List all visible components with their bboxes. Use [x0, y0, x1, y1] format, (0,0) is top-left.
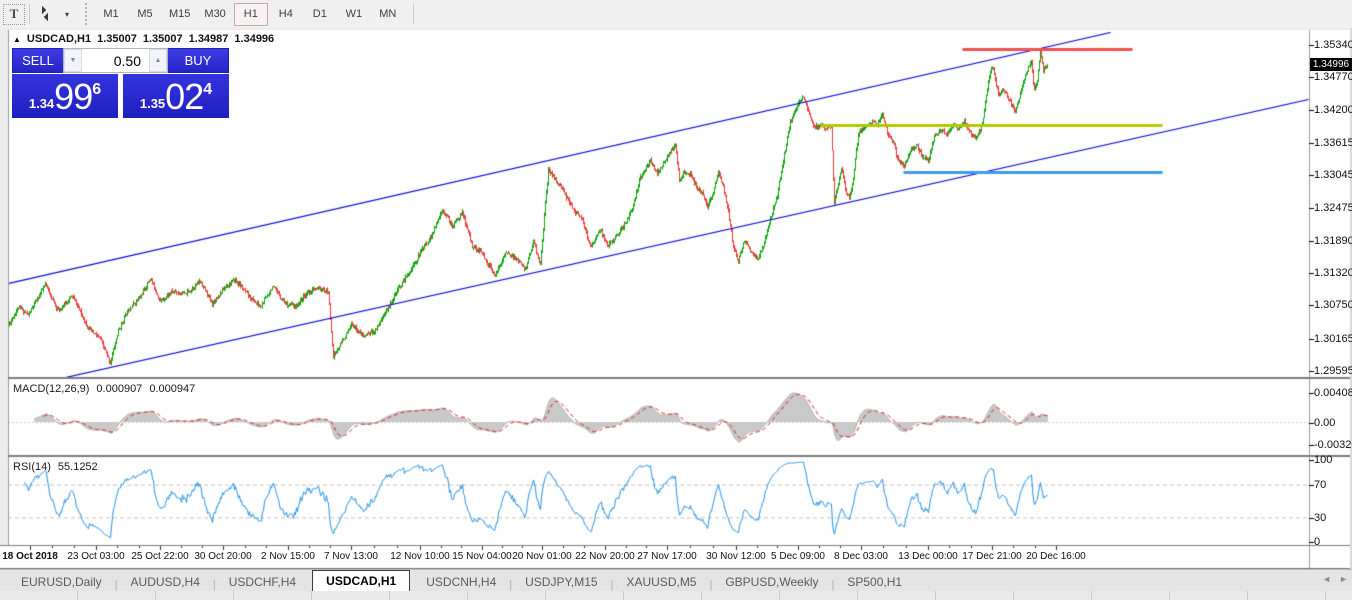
- time-axis-label: 2 Nov 15:00: [261, 551, 315, 562]
- timeframe-button-m5[interactable]: M5: [129, 3, 161, 25]
- timeframe-button-m1[interactable]: M1: [95, 3, 127, 25]
- time-axis-label: 17 Dec 21:00: [962, 551, 1022, 562]
- price-axis-label: 1.34200: [1314, 104, 1352, 116]
- ohlc-high: 1.35007: [143, 33, 183, 45]
- text-tool-button[interactable]: T: [3, 4, 25, 25]
- rsi-value: 55.1252: [58, 461, 98, 473]
- macd-value-signal: 0.000947: [149, 383, 195, 395]
- toolbar-drag-handle[interactable]: [85, 3, 90, 25]
- current-price-badge: 1.34996: [1310, 58, 1352, 71]
- time-axis-label: 15 Nov 04:00: [452, 551, 512, 562]
- toolbar-separator: [413, 4, 414, 24]
- sell-price-pip: 6: [92, 81, 101, 99]
- sell-button[interactable]: SELL: [12, 48, 63, 73]
- arrow-tool-dropdown[interactable]: ▾: [57, 4, 77, 24]
- time-axis-label: 22 Nov 20:00: [575, 551, 635, 562]
- one-click-trade-panel: SELL ▼ 0.50 ▲ BUY 1.34 99 6 1.35 02 4: [12, 48, 229, 118]
- toolbar-separator: [29, 4, 30, 24]
- macd-axis-label: -0.003262: [1314, 439, 1352, 451]
- volume-increase-icon[interactable]: ▲: [149, 49, 167, 72]
- toolbar: T ▾ M1M5M15M30H1H4D1W1MN: [0, 0, 1352, 29]
- time-axis-label: 23 Oct 03:00: [67, 551, 124, 562]
- time-axis-label: 25 Oct 22:00: [131, 551, 188, 562]
- rsi-axis-label: 70: [1314, 479, 1326, 491]
- timeframe-button-mn[interactable]: MN: [372, 3, 404, 25]
- timeframe-button-m15[interactable]: M15: [163, 3, 196, 25]
- ohlc-close: 1.34996: [234, 33, 274, 45]
- buy-price-button[interactable]: 1.35 02 4: [123, 74, 229, 118]
- mt4-trading-app: T ▾ M1M5M15M30H1H4D1W1MN ▲ USDCAD,H1 1.3…: [0, 0, 1352, 600]
- tab-gbpusd-weekly[interactable]: GBPUSD,Weekly: [712, 572, 831, 591]
- timeframe-button-h1[interactable]: H1: [234, 3, 268, 26]
- volume-decrease-icon[interactable]: ▼: [64, 49, 82, 72]
- rsi-axis-label: 30: [1314, 512, 1326, 524]
- tabs-scroll-right-icon[interactable]: ►: [1339, 574, 1348, 584]
- buy-price-prefix: 1.35: [140, 96, 165, 111]
- ohlc-open: 1.35007: [97, 33, 137, 45]
- rsi-axis-label: 0: [1314, 536, 1320, 548]
- price-axis-label: 1.33045: [1314, 169, 1352, 181]
- time-axis-label: 5 Dec 09:00: [771, 551, 825, 562]
- chart-symbol: USDCAD,H1: [27, 33, 91, 45]
- time-axis-label: 7 Nov 13:00: [324, 551, 378, 562]
- rsi-axis-label: 100: [1314, 454, 1332, 466]
- timeframe-button-m30[interactable]: M30: [198, 3, 231, 25]
- price-axis-label: 1.33615: [1314, 137, 1352, 149]
- tab-xauusd-m5[interactable]: XAUUSD,M5: [613, 572, 709, 591]
- chart-header: ▲ USDCAD,H1 1.35007 1.35007 1.34987 1.34…: [13, 33, 274, 45]
- time-axis-label: 13 Dec 00:00: [898, 551, 958, 562]
- timeframe-button-w1[interactable]: W1: [338, 3, 370, 25]
- tab-usdchf-h4[interactable]: USDCHF,H4: [216, 572, 309, 591]
- price-axis-label: 1.31320: [1314, 267, 1352, 279]
- tabs-scroll-left-icon[interactable]: ◄: [1322, 574, 1331, 584]
- ohlc-low: 1.34987: [189, 33, 229, 45]
- sell-price-prefix: 1.34: [29, 96, 54, 111]
- arrow-sw-icon: [44, 13, 52, 21]
- tab-audusd-h4[interactable]: AUDUSD,H4: [118, 572, 213, 591]
- volume-stepper: ▼ 0.50 ▲: [63, 48, 168, 73]
- price-axis-label: 1.29595: [1314, 365, 1352, 377]
- tab-eurusd-daily[interactable]: EURUSD,Daily: [8, 572, 115, 591]
- rsi-label: RSI(14) 55.1252: [13, 461, 98, 473]
- timeframe-button-h4[interactable]: H4: [270, 3, 302, 25]
- volume-field[interactable]: 0.50: [82, 49, 149, 72]
- time-axis-label: 27 Nov 17:00: [637, 551, 697, 562]
- time-axis-label: 12 Nov 10:00: [390, 551, 450, 562]
- buy-price-pip: 4: [203, 81, 212, 99]
- tab-usdcad-h1[interactable]: USDCAD,H1: [312, 570, 410, 591]
- macd-value-main: 0.000907: [96, 383, 142, 395]
- macd-name: MACD(12,26,9): [13, 383, 89, 395]
- rsi-name: RSI(14): [13, 461, 51, 473]
- symbol-collapse-icon[interactable]: ▲: [13, 35, 21, 44]
- arrow-tool-icon[interactable]: [37, 6, 55, 22]
- chart-tab-bar: EURUSD,Daily|AUDUSD,H4|USDCHF,H4 USDCAD,…: [0, 569, 1352, 591]
- price-axis-label: 1.30750: [1314, 299, 1352, 311]
- time-axis-label: 18 Oct 2018: [2, 551, 58, 562]
- buy-price-main: 02: [165, 79, 203, 115]
- time-axis-label: 8 Dec 03:00: [834, 551, 888, 562]
- buy-button[interactable]: BUY: [168, 48, 229, 73]
- macd-axis-label: 0.00: [1314, 417, 1335, 429]
- tab-sp500-h1[interactable]: SP500,H1: [834, 572, 915, 591]
- macd-axis-label: 0.004083: [1314, 387, 1352, 399]
- price-axis-label: 1.35340: [1314, 39, 1352, 51]
- sell-price-button[interactable]: 1.34 99 6: [12, 74, 118, 118]
- time-axis-label: 30 Nov 12:00: [706, 551, 766, 562]
- time-axis-label: 20 Nov 01:00: [512, 551, 572, 562]
- price-axis-label: 1.31890: [1314, 235, 1352, 247]
- tab-usdjpy-m15[interactable]: USDJPY,M15: [512, 572, 610, 591]
- tab-usdcnh-h4[interactable]: USDCNH,H4: [413, 572, 509, 591]
- timeframe-toolbar: M1M5M15M30H1H4D1W1MN: [94, 3, 405, 26]
- window-bottom-strip: [0, 590, 1352, 600]
- macd-label: MACD(12,26,9) 0.000907 0.000947: [13, 383, 195, 395]
- timeframe-button-d1[interactable]: D1: [304, 3, 336, 25]
- price-axis-label: 1.30165: [1314, 333, 1352, 345]
- arrow-ne-icon: [38, 6, 46, 14]
- time-axis-label: 20 Dec 16:00: [1026, 551, 1086, 562]
- price-axis-label: 1.34770: [1314, 71, 1352, 83]
- price-axis-label: 1.32475: [1314, 202, 1352, 214]
- sell-price-main: 99: [54, 79, 92, 115]
- time-axis-label: 30 Oct 20:00: [194, 551, 251, 562]
